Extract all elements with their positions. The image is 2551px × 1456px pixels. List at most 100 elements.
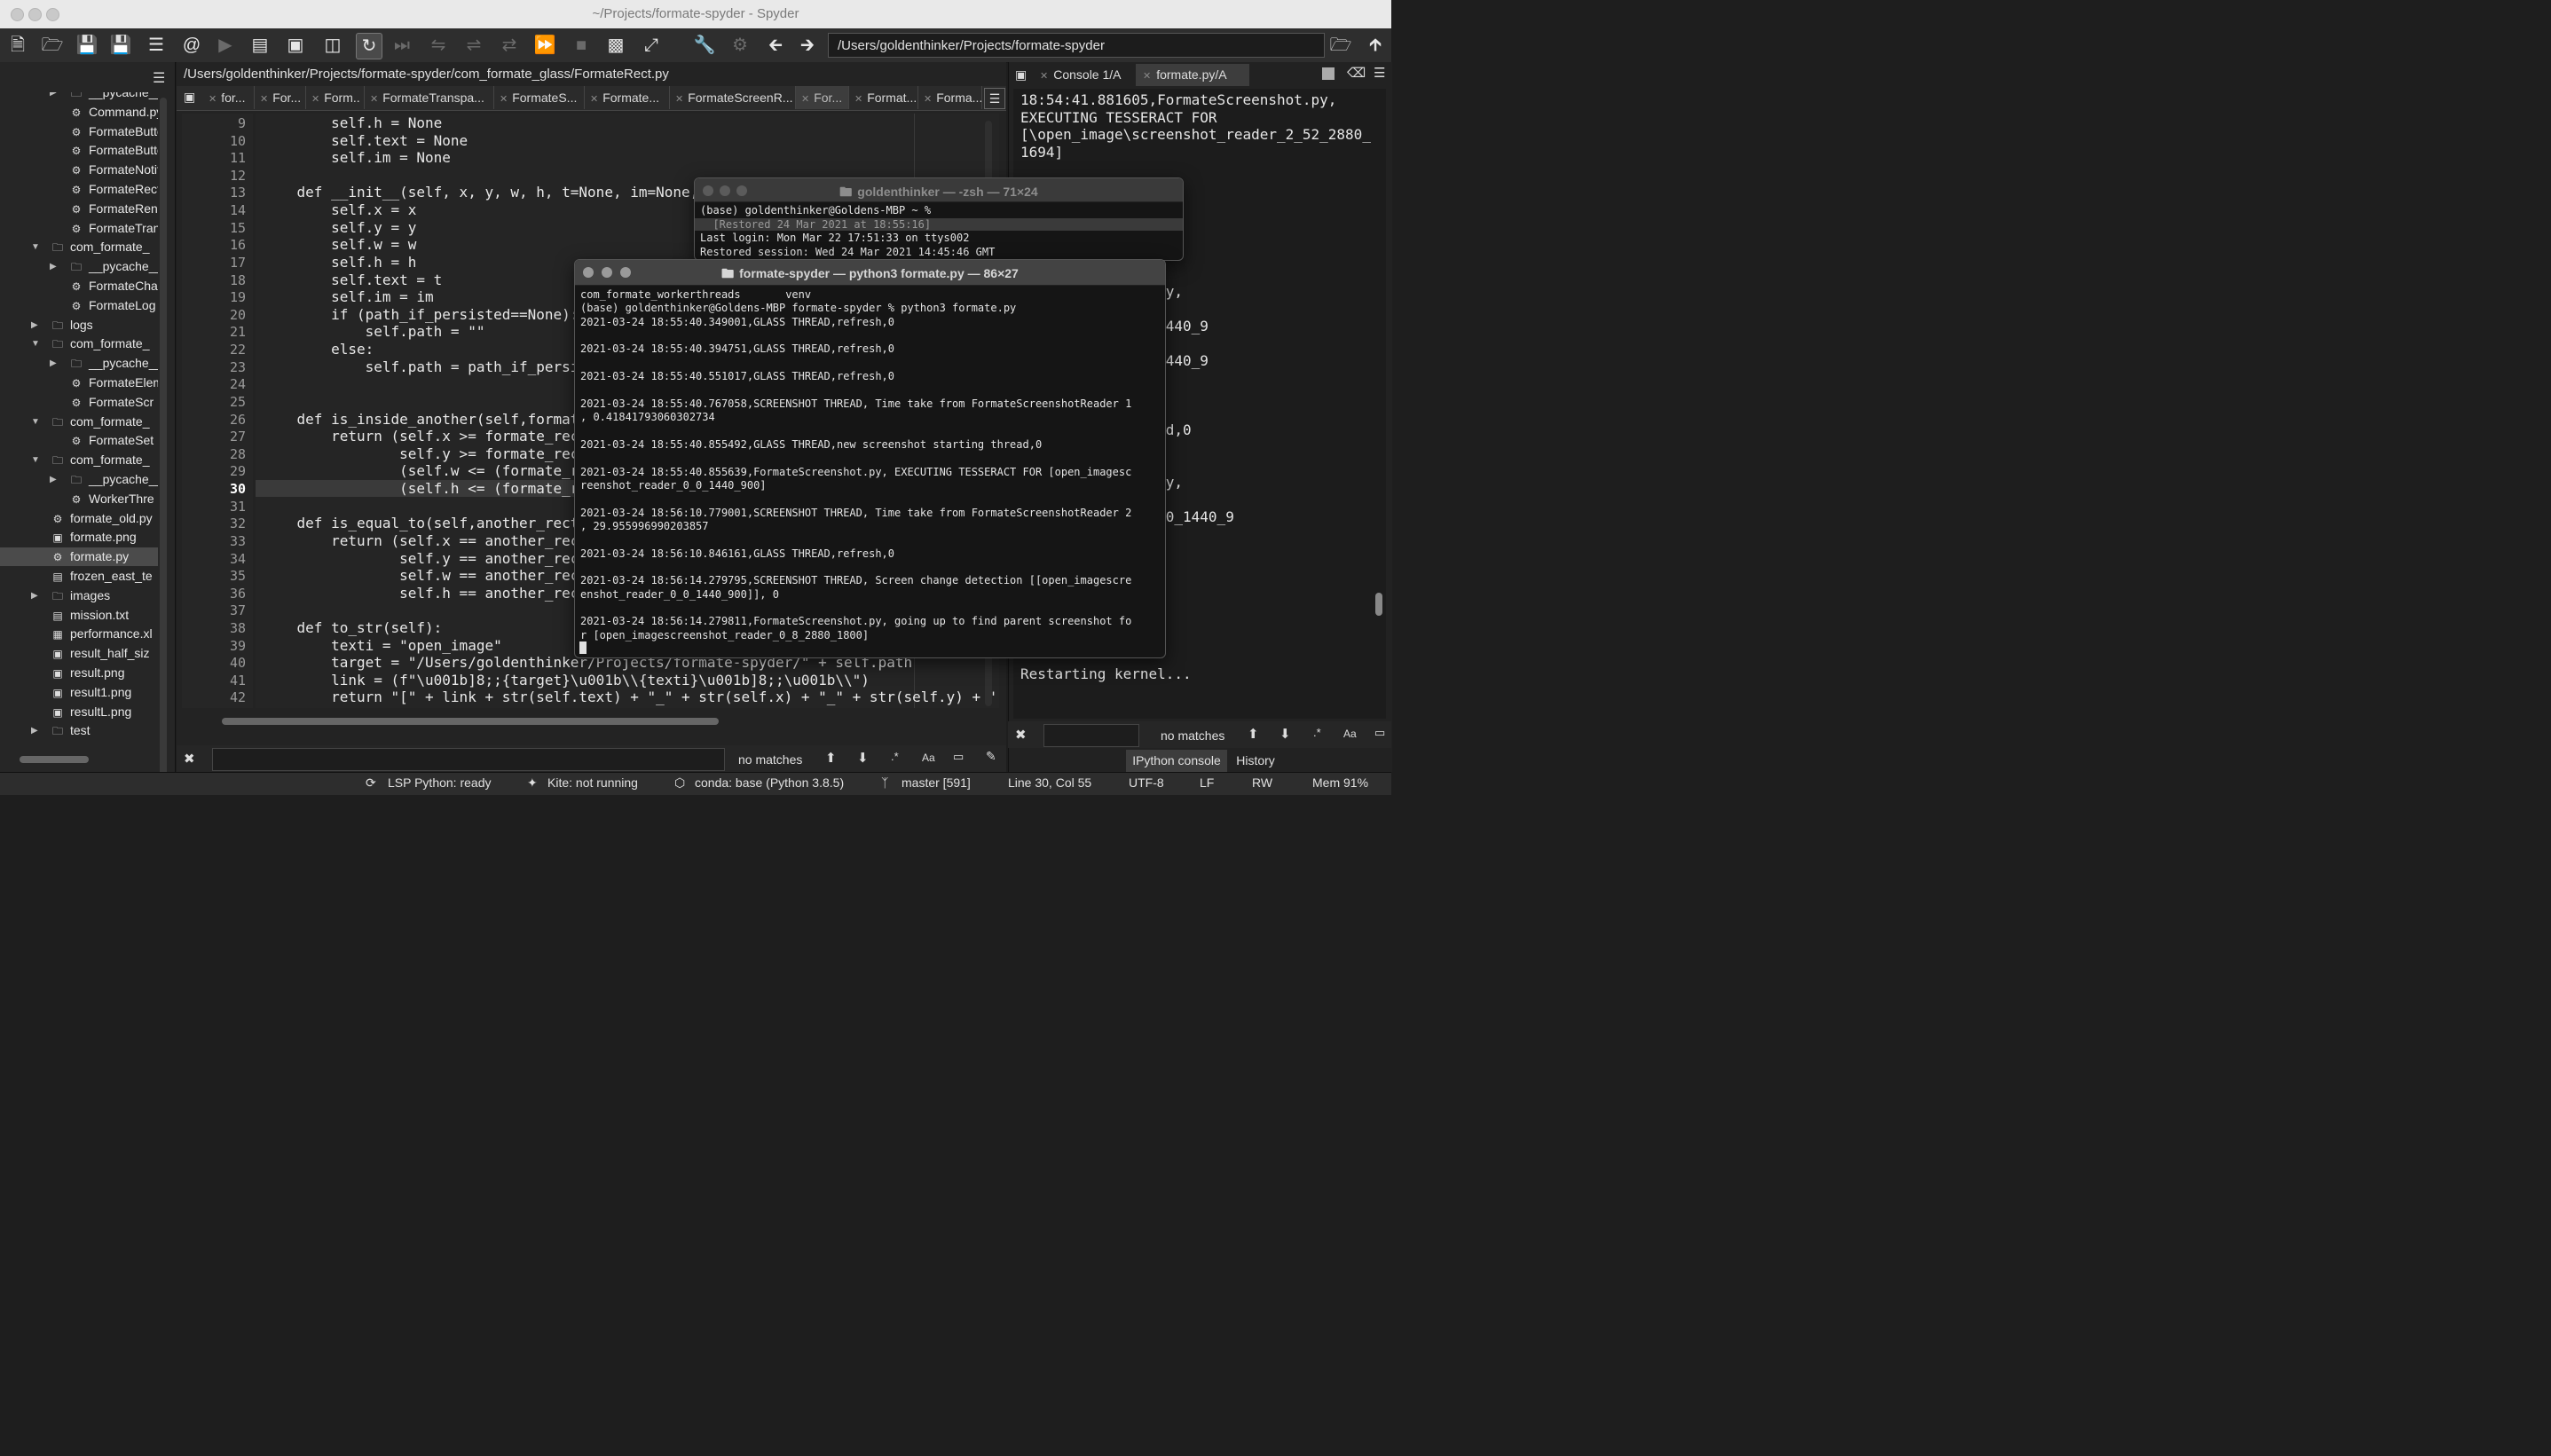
file-tree-item[interactable]: ⚙ Command.py: [69, 103, 158, 122]
run-icon[interactable]: ▶: [213, 33, 238, 58]
console-tab[interactable]: ✕ Console 1/A: [1033, 64, 1136, 86]
find-next-icon[interactable]: ⬇: [857, 750, 869, 766]
case-sensitive-icon[interactable]: Aa: [922, 752, 935, 764]
browse-consoles-icon[interactable]: ▣: [1015, 67, 1027, 83]
file-tree-item[interactable]: ▣ formate.png: [51, 528, 158, 547]
chevron-right-icon[interactable]: ▶: [50, 92, 57, 98]
git-status[interactable]: master [591]: [902, 775, 971, 790]
file-tree-item[interactable]: 🗀 __pycache__: [69, 92, 158, 102]
editor-tab[interactable]: ✕ FormateTranspa...: [365, 86, 494, 109]
editor-tab[interactable]: ✕ Format...: [849, 86, 918, 109]
terminal-window-zsh[interactable]: 🖿 goldenthinker — -zsh — 71×24 (base) gol…: [694, 177, 1184, 261]
console-options-icon[interactable]: ☰: [1374, 65, 1385, 81]
file-tree-item[interactable]: ▣ result_half_siz: [51, 644, 158, 663]
run-cell-icon[interactable]: ▤: [248, 33, 272, 58]
outline-icon[interactable]: ☰: [144, 33, 169, 58]
file-tree-hscrollbar[interactable]: [20, 756, 89, 763]
code-line[interactable]: self.im = None: [263, 149, 451, 166]
file-tree-item[interactable]: ⚙ FormateScr: [69, 393, 158, 412]
run-selection-icon[interactable]: ◫: [320, 33, 345, 58]
browse-folder-icon[interactable]: 🗁: [1328, 33, 1353, 58]
code-line[interactable]: self.h = None: [263, 114, 442, 131]
chevron-right-icon[interactable]: ▶: [50, 475, 57, 484]
find-previous-icon[interactable]: ⬆: [825, 750, 837, 766]
eraser-icon[interactable]: ⌫: [1347, 65, 1366, 81]
file-tree-item[interactable]: 🗀 logs: [51, 316, 158, 334]
debug-cell-icon[interactable]: ⇌: [461, 33, 486, 58]
save-all-icon[interactable]: 💾: [108, 33, 133, 58]
close-tab-icon[interactable]: ✕: [370, 94, 378, 105]
stop-kernel-icon[interactable]: [1322, 67, 1335, 80]
chevron-right-icon[interactable]: ▶: [50, 358, 57, 368]
code-line[interactable]: self.path = "": [263, 323, 485, 340]
code-line[interactable]: self.x = x: [263, 201, 416, 218]
code-line[interactable]: self.w == another_rect.: [263, 567, 596, 584]
file-tree-item[interactable]: ▤ mission.txt: [51, 606, 158, 625]
console-scrollbar[interactable]: [1375, 593, 1382, 616]
editor-find-input[interactable]: [212, 748, 725, 771]
whole-word-icon[interactable]: ▭: [953, 750, 964, 764]
code-line[interactable]: def __init__(self, x, y, w, h, t=None, i…: [263, 184, 716, 201]
code-line[interactable]: return (self.x >= formate_rect.: [263, 428, 596, 445]
code-line[interactable]: return "[" + link + str(self.text) + "_"…: [263, 689, 997, 705]
file-tree-item[interactable]: 🗀 com_formate_: [51, 413, 158, 431]
find-next-icon[interactable]: ⬇: [1279, 726, 1291, 742]
close-tab-icon[interactable]: ✕: [854, 94, 862, 105]
options-menu-icon[interactable]: ☰: [153, 69, 165, 87]
file-tree-item[interactable]: 🗀 com_formate_: [51, 451, 158, 469]
terminal-window-python[interactable]: 🖿 formate-spyder — python3 formate.py — 8…: [574, 259, 1166, 658]
tab-ipython-console[interactable]: IPython console: [1126, 750, 1227, 772]
regex-icon[interactable]: .*: [891, 750, 899, 763]
code-line[interactable]: self.y = y: [263, 219, 416, 236]
terminal-output[interactable]: (base) goldenthinker@Goldens-MBP ~ % [Re…: [695, 204, 1183, 259]
file-tree-item[interactable]: ⚙ formate_old.py: [51, 509, 158, 528]
file-tree-item[interactable]: ⚙ FormateRect: [69, 180, 158, 199]
close-console-tab-icon[interactable]: ✕: [1143, 71, 1151, 82]
file-tree-item[interactable]: ⚙ FormateButton: [69, 141, 158, 160]
maximize-icon[interactable]: ▩: [603, 33, 628, 58]
back-icon[interactable]: 🡰: [763, 33, 788, 58]
forward-icon[interactable]: 🡲: [795, 33, 820, 58]
chevron-right-icon[interactable]: ▶: [50, 262, 57, 272]
restart-icon[interactable]: ↻: [356, 33, 382, 59]
kite-status[interactable]: Kite: not running: [547, 775, 638, 790]
file-tree-item[interactable]: 🗀 com_formate_: [51, 334, 158, 353]
editor-tab[interactable]: ✕ Form..: [306, 86, 365, 109]
editor-hscrollbar[interactable]: [222, 718, 719, 725]
chevron-right-icon[interactable]: ▶: [31, 320, 38, 330]
new-file-icon[interactable]: 🗎: [5, 33, 30, 58]
code-line[interactable]: self.text = None: [263, 132, 468, 149]
editor-tab[interactable]: ✕ for...: [203, 86, 255, 109]
close-tab-icon[interactable]: ✕: [500, 94, 508, 105]
file-tree-item[interactable]: ▤ frozen_east_te: [51, 567, 158, 586]
code-line[interactable]: link = (f"\u001b]8;;{target}\u001b\\{tex…: [263, 672, 870, 689]
editor-tab[interactable]: ✕ FormateScreenR...: [670, 86, 796, 109]
conda-status[interactable]: conda: base (Python 3.8.5): [695, 775, 844, 790]
console-find-input[interactable]: [1043, 724, 1139, 747]
file-tree-item[interactable]: 🗀 images: [51, 586, 158, 605]
run-cell-advance-icon[interactable]: ▣: [283, 33, 308, 58]
editor-tab-active[interactable]: ✕ For...: [796, 86, 849, 109]
close-tab-icon[interactable]: ✕: [675, 94, 683, 105]
file-tree-item[interactable]: ▣ result.png: [51, 664, 158, 682]
editor-tab[interactable]: ✕ Formate...: [585, 86, 670, 109]
close-tab-icon[interactable]: ✕: [801, 94, 809, 105]
terminal-output[interactable]: com_formate_workerthreads venv (base) gol…: [575, 288, 1165, 652]
code-line[interactable]: (self.w <= (formate_rect: [263, 462, 604, 479]
editor-tab[interactable]: ✕ FormateS...: [494, 86, 585, 109]
file-tree-item[interactable]: 🗀 __pycache__: [69, 257, 158, 276]
chevron-right-icon[interactable]: ▶: [31, 591, 38, 601]
console-tab-active[interactable]: ✕ formate.py/A: [1136, 64, 1249, 86]
close-console-tab-icon[interactable]: ✕: [1040, 71, 1048, 82]
tab-history[interactable]: History: [1228, 750, 1283, 772]
debug-icon[interactable]: ⇋: [426, 33, 451, 58]
file-tree-item[interactable]: ⚙ FormateTransp: [69, 219, 158, 238]
save-icon[interactable]: 💾: [75, 33, 99, 58]
file-tree-item[interactable]: ⚙ FormateElem: [69, 374, 158, 392]
file-tree-item[interactable]: ▣ result1.png: [51, 683, 158, 702]
file-tree-item[interactable]: ⚙ WorkerThre: [69, 490, 158, 508]
editor-tab[interactable]: ✕ For...: [255, 86, 306, 109]
python-path-icon[interactable]: ⚙: [728, 33, 752, 58]
parent-directory-icon[interactable]: 🡱: [1363, 33, 1388, 58]
file-tree-item[interactable]: ⚙ formate.py: [0, 547, 158, 567]
